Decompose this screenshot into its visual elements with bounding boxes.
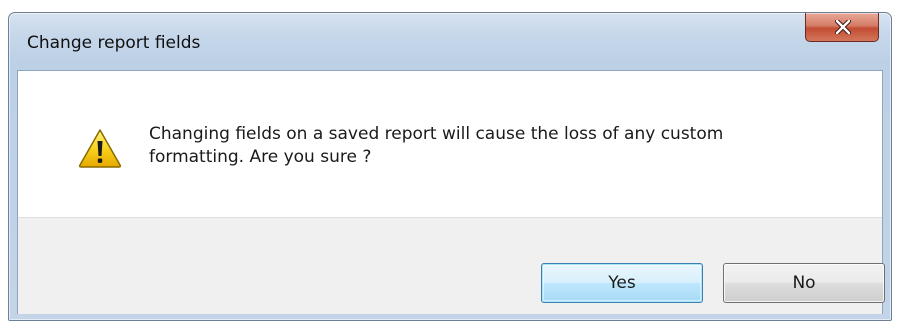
title-bar[interactable]: Change report fields — [9, 13, 891, 70]
close-button[interactable] — [805, 13, 879, 42]
message-line-2: formatting. Are you sure ? — [149, 147, 372, 167]
dialog-message: Changing fields on a saved report will c… — [149, 123, 849, 169]
dialog-title: Change report fields — [27, 33, 201, 53]
message-area: Changing fields on a saved report will c… — [18, 71, 882, 217]
message-line-1: Changing fields on a saved report will c… — [149, 124, 724, 144]
button-bar: Yes No — [18, 217, 885, 314]
close-icon — [835, 20, 851, 34]
warning-icon — [78, 129, 122, 168]
yes-button[interactable]: Yes — [541, 263, 703, 303]
message-dialog: Change report fields Changing fields on … — [8, 12, 892, 321]
no-button[interactable]: No — [723, 263, 885, 303]
dialog-content: Changing fields on a saved report will c… — [17, 70, 885, 314]
